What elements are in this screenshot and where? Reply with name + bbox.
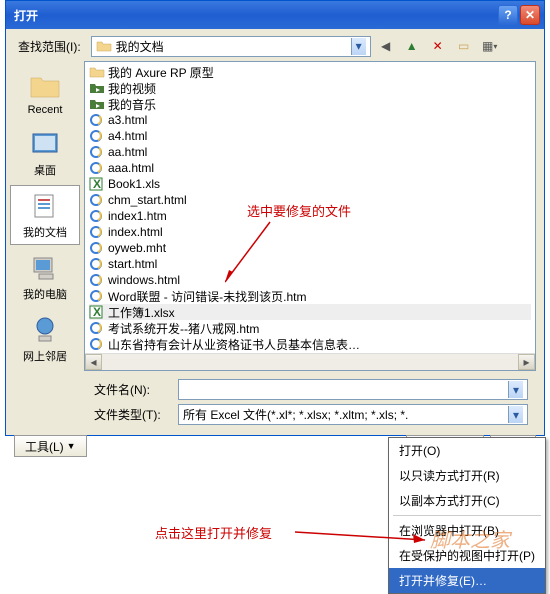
menu-open-copy[interactable]: 以副本方式打开(C)	[389, 488, 545, 513]
file-item[interactable]: start.html	[89, 256, 531, 272]
annotation-click: 点击这里打开并修复	[155, 523, 272, 542]
menu-open-readonly[interactable]: 以只读方式打开(R)	[389, 463, 545, 488]
chevron-down-icon: ▼	[67, 441, 76, 451]
close-button[interactable]: ✕	[520, 5, 540, 25]
file-item[interactable]: aaa.html	[89, 160, 531, 176]
filetype-combo[interactable]: 所有 Excel 文件(*.xl*; *.xlsx; *.xltm; *.xls…	[178, 404, 528, 425]
new-folder-icon[interactable]: ▭	[453, 35, 475, 57]
place-network[interactable]: 网上邻居	[10, 309, 80, 369]
file-item[interactable]: X 工作簿1.xlsx	[89, 304, 531, 320]
filetype-label: 文件类型(T):	[14, 406, 178, 423]
menu-open[interactable]: 打开(O)	[389, 438, 545, 463]
network-icon	[27, 314, 63, 346]
file-item[interactable]: 山东省持有会计从业资格证书人员基本信息表…	[89, 336, 531, 352]
scroll-track[interactable]	[102, 354, 518, 370]
titlebar: 打开 ? ✕	[6, 1, 544, 29]
filename-combo[interactable]: ▾	[178, 379, 528, 400]
delete-icon[interactable]: ✕	[427, 35, 449, 57]
file-name: 我的 Axure RP 原型	[108, 64, 214, 81]
places-bar: Recent 桌面 我的文档 我的电脑 网上邻居	[6, 61, 84, 371]
file-name: Book1.xls	[108, 177, 160, 191]
file-item[interactable]: Word联盟 - 访问错误-未找到该页.htm	[89, 288, 531, 304]
file-item[interactable]: windows.html	[89, 272, 531, 288]
file-item[interactable]: a4.html	[89, 128, 531, 144]
folder-icon	[96, 38, 112, 54]
bottom-fields: 文件名(N): ▾ 文件类型(T): 所有 Excel 文件(*.xl*; *.…	[6, 371, 544, 429]
file-name: 我的视频	[108, 80, 156, 97]
file-name: start.html	[108, 257, 157, 271]
file-item[interactable]: index.html	[89, 224, 531, 240]
file-name: 考试系统开发--猪八戒网.htm	[108, 320, 259, 337]
file-name: 我的音乐	[108, 96, 156, 113]
place-recent[interactable]: Recent	[10, 65, 80, 121]
file-name: a4.html	[108, 129, 147, 143]
filename-label: 文件名(N):	[14, 381, 178, 398]
chevron-down-icon[interactable]: ▾	[508, 406, 523, 423]
lookin-label: 查找范围(I):	[18, 38, 81, 55]
recent-icon	[27, 70, 63, 102]
file-item[interactable]: 我的音乐	[89, 96, 531, 112]
file-name: chm_start.html	[108, 193, 187, 207]
back-icon[interactable]: ◀	[375, 35, 397, 57]
open-dropdown-menu: 打开(O) 以只读方式打开(R) 以副本方式打开(C) 在浏览器中打开(B) 在…	[388, 437, 546, 594]
file-name: aaa.html	[108, 161, 154, 175]
scroll-right-icon[interactable]: ▸	[518, 354, 535, 370]
file-name: aa.html	[108, 145, 147, 159]
file-name: Word联盟 - 访问错误-未找到该页.htm	[108, 288, 306, 305]
svg-text:X: X	[93, 177, 101, 191]
file-item[interactable]: aa.html	[89, 144, 531, 160]
file-item[interactable]: 我的视频	[89, 80, 531, 96]
menu-open-repair[interactable]: 打开并修复(E)…	[389, 568, 545, 593]
up-folder-icon[interactable]: ▲	[401, 35, 423, 57]
menu-open-browser[interactable]: 在浏览器中打开(B)	[389, 518, 545, 543]
file-item[interactable]: 我的 Axure RP 原型	[89, 64, 531, 80]
place-mycomputer[interactable]: 我的电脑	[10, 247, 80, 307]
file-name: windows.html	[108, 273, 180, 287]
lookin-combo[interactable]: 我的文档 ▾	[91, 36, 371, 57]
file-item[interactable]: oyweb.mht	[89, 240, 531, 256]
horizontal-scrollbar[interactable]: ◂ ▸	[85, 353, 535, 370]
tools-button[interactable]: 工具(L)▼	[14, 435, 87, 457]
file-item[interactable]: a3.html	[89, 112, 531, 128]
scroll-left-icon[interactable]: ◂	[85, 354, 102, 370]
mydocs-icon	[27, 190, 63, 222]
help-button[interactable]: ?	[498, 5, 518, 25]
chevron-down-icon[interactable]: ▾	[508, 381, 523, 398]
file-name: index.html	[108, 225, 163, 239]
file-name: index1.htm	[108, 209, 167, 223]
filetype-value: 所有 Excel 文件(*.xl*; *.xlsx; *.xltm; *.xls…	[183, 406, 508, 423]
chevron-down-icon[interactable]: ▾	[351, 38, 366, 55]
views-icon[interactable]: ▦▾	[479, 35, 501, 57]
lookin-value: 我的文档	[116, 38, 351, 55]
place-mydocs[interactable]: 我的文档	[10, 185, 80, 245]
desktop-icon	[27, 128, 63, 160]
file-name: a3.html	[108, 113, 147, 127]
file-item[interactable]: 考试系统开发--猪八戒网.htm	[89, 320, 531, 336]
lookin-row: 查找范围(I): 我的文档 ▾ ◀ ▲ ✕ ▭ ▦▾	[6, 29, 544, 61]
menu-separator	[393, 515, 541, 516]
file-name: 山东省持有会计从业资格证书人员基本信息表…	[108, 336, 360, 353]
computer-icon	[27, 252, 63, 284]
file-item[interactable]: X Book1.xls	[89, 176, 531, 192]
file-name: 工作簿1.xlsx	[108, 304, 175, 321]
menu-open-protected[interactable]: 在受保护的视图中打开(P)	[389, 543, 545, 568]
annotation-select: 选中要修复的文件	[247, 201, 351, 220]
svg-text:X: X	[93, 305, 101, 319]
place-desktop[interactable]: 桌面	[10, 123, 80, 183]
file-name: oyweb.mht	[108, 241, 166, 255]
dialog-title: 打开	[10, 7, 496, 24]
